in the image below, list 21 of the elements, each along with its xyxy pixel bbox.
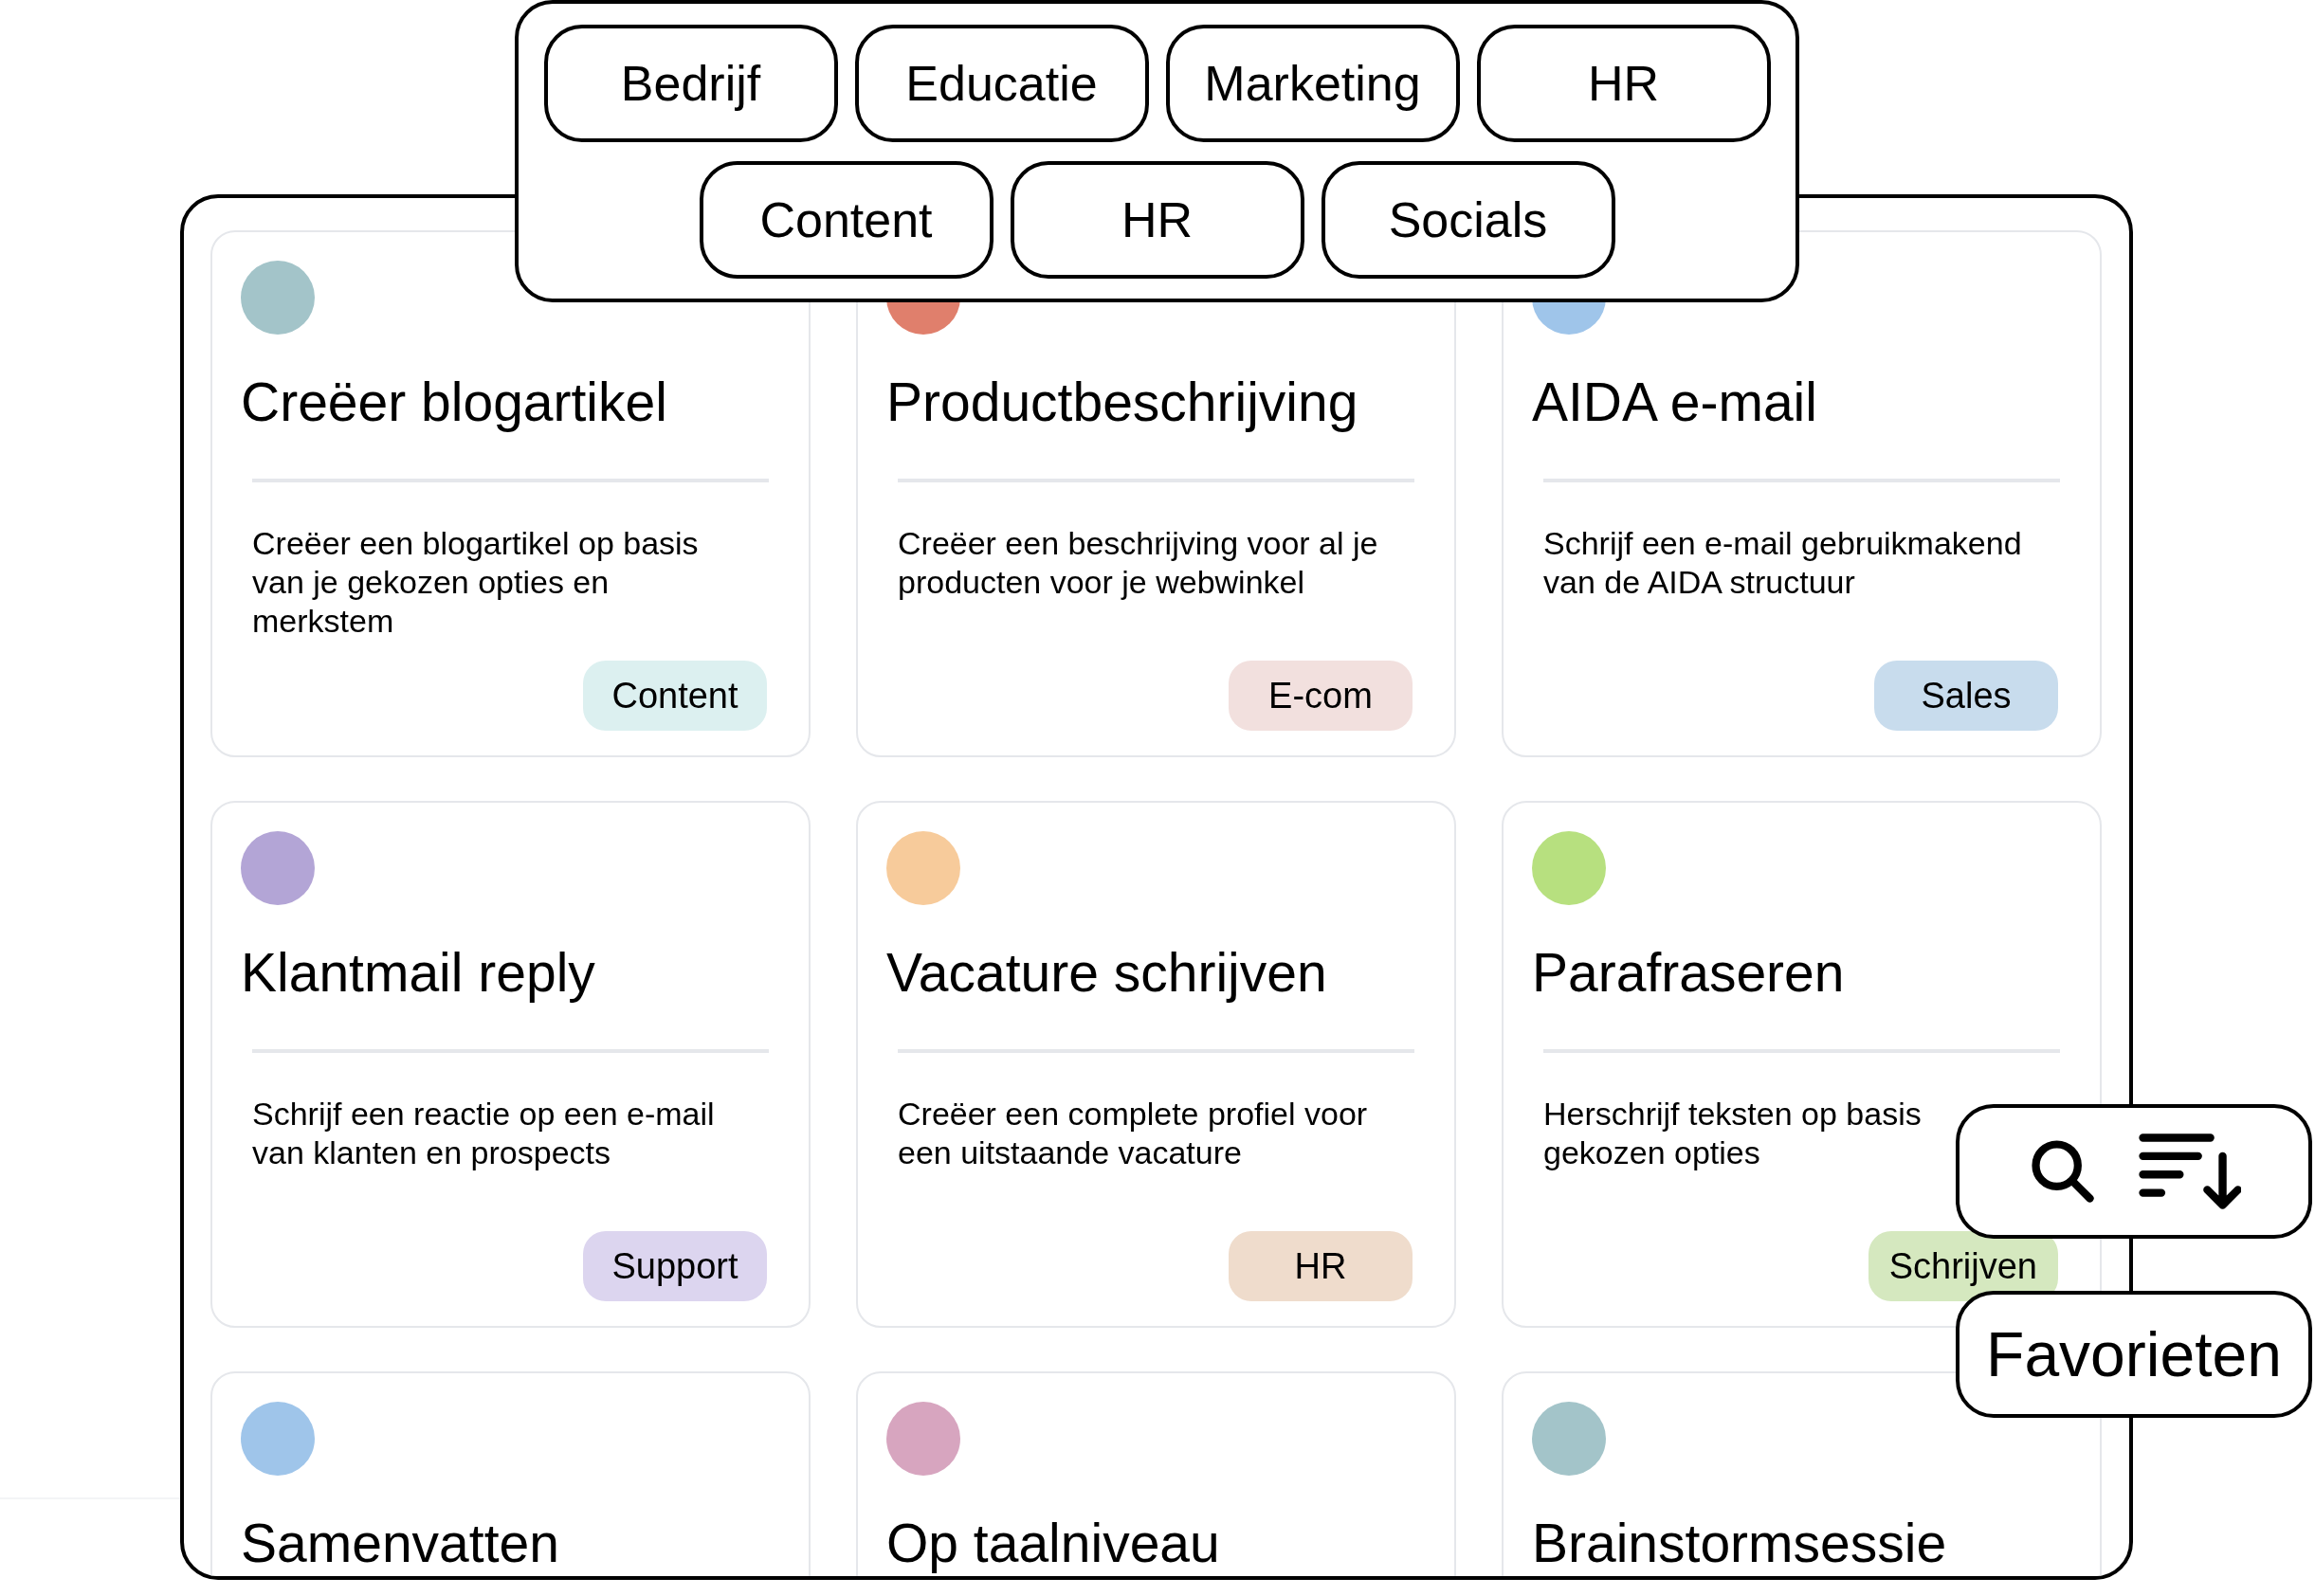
card-title: Productbeschrijving [886,371,1359,434]
category-tag: E-com [1229,661,1413,731]
card-title: Op taalniveau [886,1512,1221,1575]
card-title: Brainstormsessie [1532,1512,1948,1575]
card-title: Vacature schrijven [886,941,1328,1005]
card-title: Creëer blogartikel [241,371,668,434]
card-description: Creëer een blogartikel op basis van je gekozen opties en merkstem [252,524,700,641]
category-tag: Sales [1874,661,2058,731]
category-tag: HR [1229,1231,1413,1301]
card-title: Samenvatten [241,1512,560,1575]
card-title: Klantmail reply [241,941,596,1005]
card-description: Creëer een beschrijving voor al je producten voor je webwinkel [898,524,1379,602]
card-title: Parafraseren [1532,941,1846,1005]
category-tag: Content [583,661,767,731]
category-tag: Support [583,1231,767,1301]
card-description: Creëer een complete profiel voor een uitstaande vacature [898,1095,1369,1172]
card-title: AIDA e-mail [1532,371,1818,434]
card-description: Herschrijf teksten op basis gekozen opties [1543,1095,1923,1172]
card-description: Schrijf een reactie op een e-mail van klanten en prospects [252,1095,716,1172]
category-tag: Schrijven [1868,1231,2058,1301]
card-description: Schrijf een e-mail gebruikmakend van de AIDA structuur [1543,524,2023,602]
